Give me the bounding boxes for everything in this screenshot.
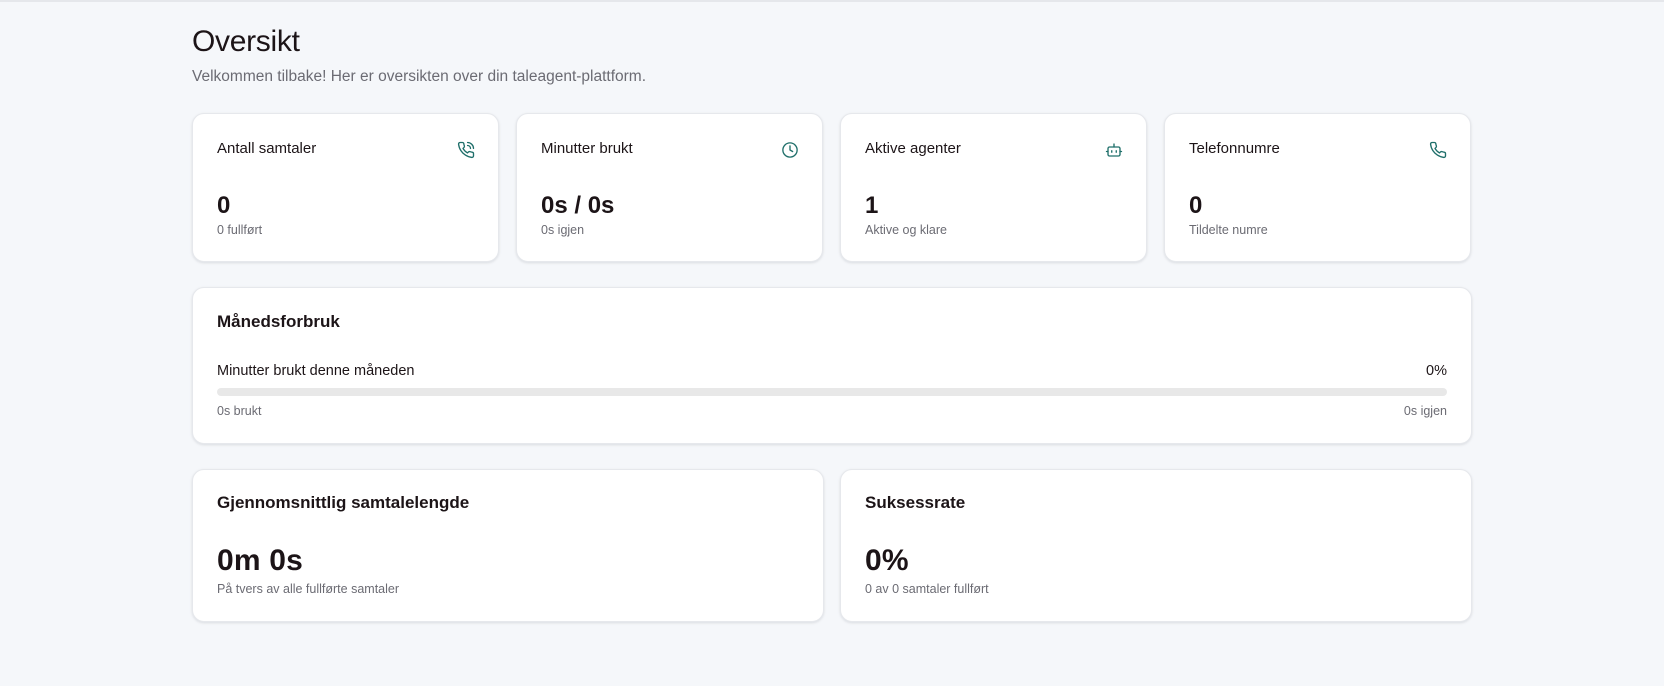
stat-value: 0 <box>1189 192 1203 219</box>
usage-used: 0s brukt <box>217 404 262 418</box>
phone-call-icon <box>457 141 475 159</box>
stat-value: 0 <box>217 192 231 219</box>
avg-duration-card: Gjennomsnittlig samtalelengde 0m 0s På t… <box>192 469 824 622</box>
usage-percent: 0% <box>1426 363 1447 379</box>
monthly-usage-title: Månedsforbruk <box>217 312 340 331</box>
stat-value: 1 <box>865 192 879 219</box>
stat-label: Telefonnumre <box>1189 140 1280 157</box>
stat-card-agents: Aktive agenter 1 Aktive og klare <box>840 113 1147 262</box>
usage-remaining: 0s igjen <box>1403 404 1447 418</box>
usage-label: Minutter brukt denne måneden <box>217 363 415 379</box>
avg-duration-title: Gjennomsnittlig samtalelengde <box>217 493 470 512</box>
top-divider <box>0 0 1664 2</box>
stat-subtext: 0s igjen <box>541 223 585 237</box>
success-rate-value: 0% <box>865 544 909 577</box>
stat-label: Minutter brukt <box>541 140 633 157</box>
stat-label: Antall samtaler <box>217 140 317 157</box>
avg-duration-value: 0m 0s <box>217 544 304 577</box>
usage-progress-bar <box>217 388 1447 396</box>
clock-icon <box>781 141 799 159</box>
stat-subtext: 0 fullført <box>217 223 263 237</box>
stat-card-conversations: Antall samtaler 0 0 fullført <box>192 113 499 262</box>
avg-duration-subtext: På tvers av alle fullførte samtaler <box>217 582 400 596</box>
stat-subtext: Aktive og klare <box>865 223 947 237</box>
monthly-usage-card: Månedsforbruk Minutter brukt denne måned… <box>192 287 1472 444</box>
success-rate-card: Suksessrate 0% 0 av 0 samtaler fullført <box>840 469 1472 622</box>
stat-label: Aktive agenter <box>865 140 961 157</box>
bot-icon <box>1105 141 1123 159</box>
stat-card-minutes: Minutter brukt 0s / 0s 0s igjen <box>516 113 823 262</box>
success-rate-subtext: 0 av 0 samtaler fullført <box>865 582 989 596</box>
stat-card-phone-numbers: Telefonnumre 0 Tildelte numre <box>1164 113 1471 262</box>
stat-subtext: Tildelte numre <box>1189 223 1268 237</box>
stat-value: 0s / 0s <box>541 192 615 219</box>
page-title: Oversikt <box>192 25 300 58</box>
page-subtitle: Velkommen tilbake! Her er oversikten ove… <box>192 68 647 85</box>
success-rate-title: Suksessrate <box>865 493 966 512</box>
phone-icon <box>1429 141 1447 159</box>
